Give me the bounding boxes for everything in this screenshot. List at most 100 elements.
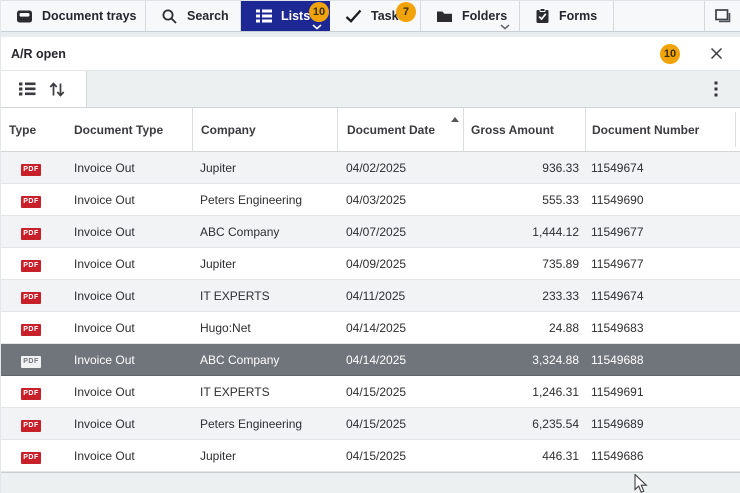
tab-label: Folders <box>462 9 507 23</box>
pdf-icon: PDF <box>21 196 41 208</box>
list-count-badge: 10 <box>660 44 680 64</box>
window-restore-icon <box>714 8 732 24</box>
pdf-icon: PDF <box>21 388 41 400</box>
document-number-cell: 11549683 <box>585 321 735 335</box>
folder-icon <box>436 9 453 23</box>
list-footer-area <box>1 472 740 493</box>
document-type-cell: Invoice Out <box>66 161 192 175</box>
table-row[interactable]: PDFInvoice OutABC Company04/07/20251,444… <box>1 216 740 248</box>
column-header-company[interactable]: Company <box>192 108 337 151</box>
type-cell: PDF <box>1 256 66 272</box>
column-header-document-type[interactable]: Document Type <box>66 123 192 137</box>
tab-tasks[interactable]: Tasks 7 <box>330 1 421 31</box>
document-date-cell: 04/07/2025 <box>337 225 463 239</box>
table-row[interactable]: PDF Invoice OutPeters Engineering04/15/20… <box>1 408 740 440</box>
sort-ascending-icon <box>451 117 459 122</box>
document-number-cell: 11549674 <box>585 289 735 303</box>
document-date-cell: 04/02/2025 <box>337 161 463 175</box>
company-cell: Peters Engineering <box>192 417 337 431</box>
list-view-icon <box>18 81 36 97</box>
document-date-cell: 04/03/2025 <box>337 193 463 207</box>
gross-amount-cell: 446.31 <box>463 449 585 463</box>
table-row[interactable]: PDFInvoice OutJupiter04/09/2025735.89115… <box>1 248 740 280</box>
clipboard-check-icon <box>535 8 550 24</box>
panel-title: A/R open <box>11 47 66 61</box>
column-header-document-number[interactable]: Document Number <box>585 108 735 151</box>
table-row[interactable]: PDFInvoice OutJupiter04/02/2025936.33115… <box>1 152 740 184</box>
type-cell: PDF <box>1 160 66 176</box>
document-number-cell: 11549677 <box>585 225 735 239</box>
document-date-cell: 04/09/2025 <box>337 257 463 271</box>
type-cell: PDF <box>1 416 66 432</box>
type-cell: PDF <box>1 320 66 336</box>
topbar-spacer <box>614 1 705 31</box>
document-type-cell: Invoice Out <box>66 353 192 367</box>
table-row[interactable]: PDFInvoice OutIT EXPERTS04/11/2025233.33… <box>1 280 740 312</box>
document-date-cell: 04/11/2025 <box>337 289 463 303</box>
sort-button[interactable] <box>46 78 68 100</box>
kebab-menu-icon <box>714 81 718 97</box>
more-options-button[interactable] <box>705 78 727 100</box>
tab-label: Forms <box>559 9 597 23</box>
lists-count-badge: 10 <box>309 2 329 22</box>
company-cell: IT EXPERTS <box>192 289 337 303</box>
checkmark-icon <box>345 9 362 23</box>
column-header-gross-amount[interactable]: Gross Amount <box>463 108 585 151</box>
company-cell: ABC Company <box>192 225 337 239</box>
tab-search[interactable]: Search <box>146 1 241 31</box>
gross-amount-cell: 6,235.54 <box>463 417 585 431</box>
type-cell: PDF <box>1 448 66 464</box>
tab-lists[interactable]: Lists 10 <box>241 1 330 31</box>
company-cell: Hugo:Net <box>192 321 337 335</box>
table-row[interactable]: PDFInvoice OutHugo:Net04/14/202524.88115… <box>1 312 740 344</box>
document-number-cell: 11549686 <box>585 449 735 463</box>
close-button[interactable] <box>708 46 724 62</box>
chevron-down-icon[interactable] <box>312 24 322 30</box>
document-type-cell: Invoice Out <box>66 321 192 335</box>
document-number-cell: 11549689 <box>585 417 735 431</box>
gross-amount-cell: 936.33 <box>463 161 585 175</box>
tab-label: Document trays <box>42 9 136 23</box>
search-icon <box>161 8 178 25</box>
app-window: Document trays Search Lists 10 <box>0 0 740 493</box>
document-date-cell: 04/14/2025 <box>337 353 463 367</box>
gross-amount-cell: 555.33 <box>463 193 585 207</box>
view-controls <box>1 71 87 107</box>
tab-folders[interactable]: Folders <box>421 1 520 31</box>
gross-amount-cell: 3,324.88 <box>463 353 585 367</box>
gross-amount-cell: 1,246.31 <box>463 385 585 399</box>
document-date-cell: 04/15/2025 <box>337 385 463 399</box>
panel-actions: 10 <box>660 44 740 64</box>
document-type-cell: Invoice Out <box>66 193 192 207</box>
company-cell: IT EXPERTS <box>192 385 337 399</box>
type-cell: PDF <box>1 224 66 240</box>
list-view-button[interactable] <box>16 78 38 100</box>
table-row[interactable]: PDF Invoice OutPeters Engineering04/03/20… <box>1 184 740 216</box>
chevron-down-icon[interactable] <box>500 24 510 30</box>
company-cell: Jupiter <box>192 449 337 463</box>
tab-label: Search <box>187 9 229 23</box>
tab-label: Lists <box>281 9 310 23</box>
company-cell: Peters Engineering <box>192 193 337 207</box>
tab-forms[interactable]: Forms <box>520 1 614 31</box>
gross-amount-cell: 735.89 <box>463 257 585 271</box>
column-header-type[interactable]: Type <box>1 123 66 137</box>
table-header: Type Document Type Company Document Date… <box>1 108 740 152</box>
pdf-icon: PDF <box>21 420 41 432</box>
document-date-cell: 04/15/2025 <box>337 417 463 431</box>
sort-arrows-icon <box>49 81 65 98</box>
pdf-icon: PDF <box>21 260 41 272</box>
document-number-cell: 11549690 <box>585 193 735 207</box>
gross-amount-cell: 233.33 <box>463 289 585 303</box>
table-row[interactable]: PDFInvoice OutJupiter04/15/2025446.31115… <box>1 440 740 472</box>
document-type-cell: Invoice Out <box>66 417 192 431</box>
column-header-document-date[interactable]: Document Date <box>337 108 463 151</box>
table-row[interactable]: PDFInvoice OutABC Company04/14/20253,324… <box>1 344 740 376</box>
detach-window-button[interactable] <box>705 1 740 31</box>
table-row[interactable]: PDF Invoice OutIT EXPERTS04/15/20251,246.… <box>1 376 740 408</box>
document-type-cell: Invoice Out <box>66 449 192 463</box>
document-type-cell: Invoice Out <box>66 385 192 399</box>
tab-document-trays[interactable]: Document trays <box>1 1 146 31</box>
close-icon <box>710 47 723 60</box>
tasks-count-badge: 7 <box>396 2 416 22</box>
